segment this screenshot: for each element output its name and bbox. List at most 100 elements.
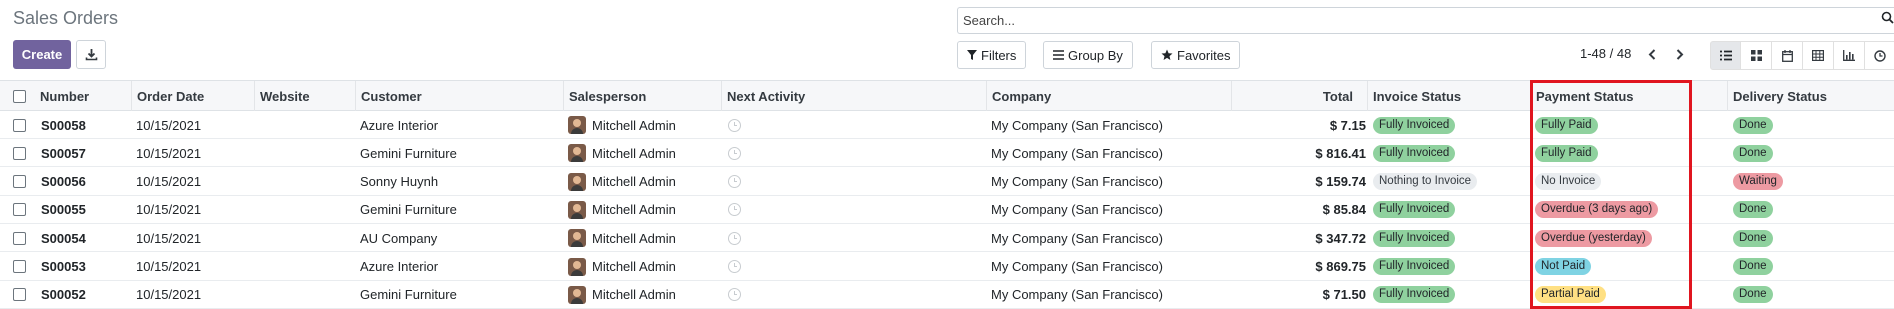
bars-icon bbox=[1053, 50, 1064, 60]
customer: Azure Interior bbox=[360, 117, 439, 133]
payment-status-badge: No Invoice bbox=[1535, 173, 1602, 191]
order-number: S00058 bbox=[41, 117, 86, 133]
pager-previous[interactable] bbox=[1645, 46, 1659, 62]
delivery-status-badge: Waiting bbox=[1733, 173, 1783, 191]
delivery-status-badge: Done bbox=[1733, 116, 1773, 134]
customer: Gemini Furniture bbox=[360, 145, 457, 161]
kanban-view-button[interactable] bbox=[1741, 41, 1772, 70]
total: $ 159.74 bbox=[1315, 174, 1366, 190]
column-header-website[interactable]: Website bbox=[254, 81, 355, 111]
list-view-button[interactable] bbox=[1710, 41, 1741, 70]
table-row[interactable]: S00055 10/15/2021 Gemini Furniture Mitchell… bbox=[0, 195, 1894, 224]
row-checkbox[interactable] bbox=[13, 231, 26, 245]
avatar bbox=[568, 144, 586, 163]
salesperson: Mitchell Admin bbox=[592, 174, 676, 190]
invoice-status-badge: Fully Invoiced bbox=[1373, 201, 1456, 219]
delivery-status-badge: Done bbox=[1733, 286, 1773, 304]
order-date: 10/15/2021 bbox=[136, 202, 202, 218]
clock-icon[interactable] bbox=[728, 146, 741, 160]
column-header-invoice-status[interactable]: Invoice Status bbox=[1367, 81, 1530, 111]
company: My Company (San Francisco) bbox=[991, 202, 1163, 218]
invoice-status-badge: Fully Invoiced bbox=[1373, 258, 1456, 275]
payment-status-badge: Partial Paid bbox=[1535, 286, 1606, 304]
pager-value[interactable]: 1-48 / 48 bbox=[1580, 46, 1631, 61]
clock-icon[interactable] bbox=[728, 203, 741, 217]
column-header-delivery-status[interactable]: Delivery Status bbox=[1727, 81, 1894, 111]
calendar-view-button[interactable] bbox=[1772, 41, 1803, 70]
payment-status-badge: Overdue (yesterday) bbox=[1535, 229, 1652, 247]
clock-icon[interactable] bbox=[728, 260, 741, 273]
select-all-checkbox[interactable] bbox=[13, 89, 26, 103]
pivot-view-button[interactable] bbox=[1803, 41, 1834, 70]
delivery-status-badge: Done bbox=[1733, 258, 1773, 275]
clock-icon[interactable] bbox=[728, 231, 741, 245]
column-header-customer[interactable]: Customer bbox=[355, 81, 567, 111]
activity-view-button[interactable] bbox=[1865, 41, 1894, 70]
download-button[interactable] bbox=[76, 40, 106, 69]
delivery-status-badge: Done bbox=[1733, 229, 1773, 247]
clock-icon[interactable] bbox=[728, 118, 741, 132]
filters-button[interactable]: Filters bbox=[957, 41, 1027, 69]
column-header-salesperson[interactable]: Salesperson bbox=[563, 81, 721, 111]
column-header-number[interactable]: Number bbox=[40, 81, 131, 111]
avatar bbox=[568, 285, 586, 304]
search-icon[interactable] bbox=[1881, 11, 1894, 24]
column-header-payment-status[interactable]: Payment Status bbox=[1530, 81, 1727, 111]
total: $ 85.84 bbox=[1322, 202, 1366, 218]
download-icon bbox=[85, 49, 97, 61]
avatar bbox=[568, 200, 586, 219]
order-number: S00055 bbox=[41, 202, 86, 218]
customer: Gemini Furniture bbox=[360, 287, 457, 303]
avatar bbox=[568, 229, 586, 248]
clock-icon[interactable] bbox=[728, 288, 741, 302]
company: My Company (San Francisco) bbox=[991, 174, 1163, 190]
order-date: 10/15/2021 bbox=[136, 259, 202, 274]
order-number: S00056 bbox=[41, 174, 86, 190]
customer: AU Company bbox=[360, 230, 438, 246]
search-input[interactable] bbox=[958, 8, 1894, 33]
order-date: 10/15/2021 bbox=[136, 145, 202, 161]
salesperson: Mitchell Admin bbox=[592, 145, 676, 161]
favorites-button[interactable]: Favorites bbox=[1151, 41, 1241, 69]
kanban-view-icon bbox=[1750, 50, 1762, 61]
row-checkbox[interactable] bbox=[13, 203, 26, 217]
row-checkbox[interactable] bbox=[13, 146, 26, 160]
chevron-right-icon bbox=[1676, 48, 1684, 60]
page-title: Sales Orders bbox=[13, 8, 119, 28]
pager-next[interactable] bbox=[1673, 46, 1687, 62]
chevron-left-icon bbox=[1648, 48, 1656, 60]
row-checkbox[interactable] bbox=[13, 175, 26, 189]
table-row[interactable]: S00052 10/15/2021 Gemini Furniture Mitchell… bbox=[0, 280, 1894, 309]
create-button[interactable]: Create bbox=[13, 40, 71, 69]
delivery-status-badge: Done bbox=[1733, 144, 1773, 162]
avatar bbox=[568, 257, 586, 276]
clock-icon[interactable] bbox=[728, 175, 741, 189]
table-row[interactable]: S00054 10/15/2021 AU Company Mitchell Admin… bbox=[0, 224, 1894, 253]
total: $ 869.75 bbox=[1315, 259, 1366, 274]
table-row[interactable]: S00056 10/15/2021 Sonny Huynh Mitchell Admi… bbox=[0, 167, 1894, 196]
column-header-order-date[interactable]: Order Date bbox=[131, 81, 254, 111]
order-number: S00054 bbox=[41, 230, 86, 246]
column-header-company[interactable]: Company bbox=[986, 81, 1231, 111]
order-date: 10/15/2021 bbox=[136, 174, 202, 190]
row-checkbox[interactable] bbox=[13, 288, 26, 302]
column-header-total[interactable]: Total bbox=[1231, 81, 1353, 111]
invoice-status-badge: Fully Invoiced bbox=[1373, 286, 1456, 304]
order-number: S00057 bbox=[41, 145, 86, 161]
graph-view-button[interactable] bbox=[1834, 41, 1865, 70]
column-header-next-activity[interactable]: Next Activity bbox=[721, 81, 986, 111]
row-checkbox[interactable] bbox=[13, 118, 26, 132]
star-icon bbox=[1161, 49, 1173, 60]
table-row[interactable]: S00053 10/15/2021 Azure Interior Mitchell A… bbox=[0, 252, 1894, 281]
total: $ 7.15 bbox=[1329, 117, 1366, 133]
group-by-button[interactable]: Group By bbox=[1043, 41, 1133, 69]
row-checkbox[interactable] bbox=[13, 260, 26, 273]
list-view-icon bbox=[1719, 50, 1732, 61]
filter-icon bbox=[967, 50, 977, 60]
total: $ 71.50 bbox=[1322, 287, 1366, 303]
table-row[interactable]: S00058 10/15/2021 Azure Interior Mitchell A… bbox=[0, 111, 1894, 139]
table-row[interactable]: S00057 10/15/2021 Gemini Furniture Mitchell… bbox=[0, 139, 1894, 168]
salesperson: Mitchell Admin bbox=[592, 287, 676, 303]
total: $ 347.72 bbox=[1315, 230, 1366, 246]
invoice-status-badge: Fully Invoiced bbox=[1373, 144, 1456, 162]
